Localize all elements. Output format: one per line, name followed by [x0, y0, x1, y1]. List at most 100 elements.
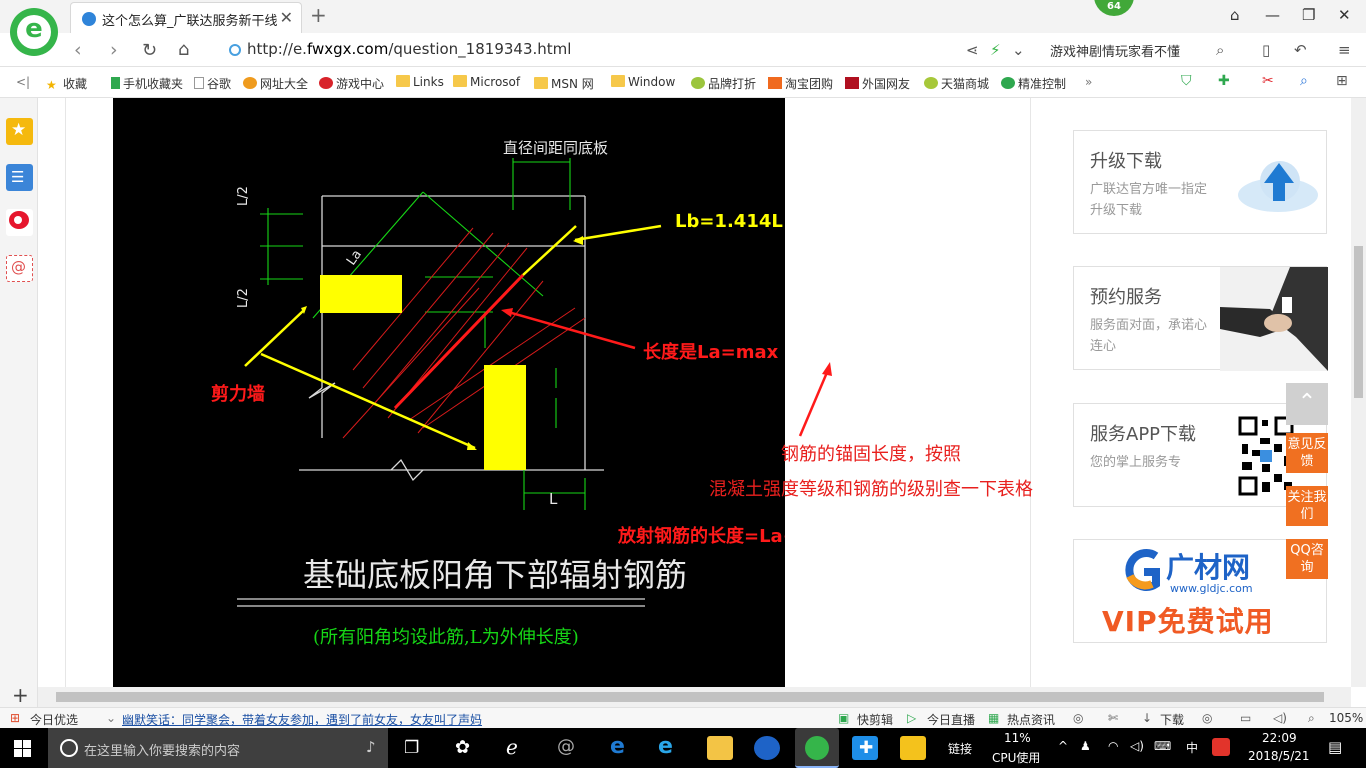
links-toolbar[interactable]: 链接: [948, 740, 972, 757]
home-icon[interactable]: ⌂: [178, 39, 189, 60]
more-bookmarks[interactable]: »: [1085, 75, 1092, 89]
tools-icon[interactable]: ✄: [1108, 711, 1118, 725]
bookmark-folder[interactable]: Links: [396, 75, 444, 89]
swirl-app-icon[interactable]: @: [557, 736, 575, 757]
active-browser-task[interactable]: [795, 728, 839, 768]
email-icon[interactable]: @: [6, 255, 33, 282]
bookmark-item[interactable]: 品牌打折: [691, 75, 756, 92]
search-suggestion[interactable]: 游戏神剧情玩家看不懂: [1050, 41, 1180, 60]
lightning-icon[interactable]: ⚡: [990, 41, 1001, 59]
vertical-scroll-thumb[interactable]: [1354, 246, 1363, 398]
collapse-bookmarks-icon[interactable]: <|: [16, 75, 30, 89]
weibo-icon[interactable]: [6, 209, 33, 236]
speed-icon[interactable]: ◎: [1202, 711, 1212, 725]
bookmark-item[interactable]: 外国网友: [845, 75, 910, 92]
url-field[interactable]: http://e.fwxgx.com/question_1819343.html: [247, 40, 571, 58]
clock-time[interactable]: 22:09: [1262, 731, 1297, 745]
horizontal-scrollbar[interactable]: [38, 687, 1351, 707]
menu-icon[interactable]: ≡: [1338, 41, 1351, 59]
browser-logo[interactable]: e: [10, 8, 58, 56]
notes-app-icon[interactable]: [900, 736, 926, 760]
file-explorer-icon[interactable]: [707, 736, 733, 760]
zoom-icon[interactable]: ⌕: [1308, 711, 1315, 726]
bookmark-folder[interactable]: Window: [611, 75, 675, 89]
back-icon[interactable]: ‹: [74, 39, 82, 61]
notification-center-icon[interactable]: ▤: [1328, 738, 1342, 756]
search-icon[interactable]: ⌕: [1216, 41, 1224, 59]
bookmark-item[interactable]: 淘宝团购: [768, 75, 833, 92]
back-to-top-icon[interactable]: ⌃: [1286, 383, 1328, 425]
sound-icon[interactable]: ◁): [1273, 711, 1287, 725]
share-icon[interactable]: ⋖: [966, 41, 979, 59]
reading-list-icon[interactable]: ☰: [6, 164, 33, 191]
taskbar-search[interactable]: 在这里输入你要搜索的内容 ♪: [48, 728, 388, 768]
ime-indicator[interactable]: 中: [1186, 739, 1198, 756]
quick-cut-link[interactable]: 快剪辑: [857, 711, 893, 728]
status-bar: ⊞ 今日优选 ⌄ 幽默笑话：同学聚会，带着女友参加，遇到了前女友，女友叫了声妈 …: [0, 707, 1366, 728]
horizontal-scroll-thumb[interactable]: [56, 692, 1324, 702]
notification-badge[interactable]: 64: [1094, 0, 1134, 16]
bookmark-item[interactable]: ★ 收藏: [46, 75, 87, 92]
task-view-icon[interactable]: ❐: [404, 738, 419, 758]
scissors-icon[interactable]: ✂: [1262, 73, 1274, 89]
forward-icon[interactable]: ›: [110, 39, 118, 61]
volume-icon[interactable]: ◁): [1130, 739, 1144, 753]
microphone-icon[interactable]: ♪: [366, 738, 376, 756]
fan-app-icon[interactable]: ✿: [455, 737, 470, 758]
bookmark-item[interactable]: 网址大全: [243, 75, 308, 92]
keyboard-icon[interactable]: ⌨: [1154, 739, 1171, 753]
close-tab-icon[interactable]: ✕: [280, 8, 293, 27]
zoom-level[interactable]: 105%: [1329, 711, 1363, 725]
download-link[interactable]: 下载: [1160, 711, 1184, 728]
follow-us-button[interactable]: 关注我们: [1286, 486, 1328, 526]
vertical-scrollbar[interactable]: [1351, 98, 1366, 687]
bookmark-folder[interactable]: Microsof: [453, 75, 520, 89]
minimize-icon[interactable]: —: [1265, 6, 1280, 24]
undo-icon[interactable]: ↶: [1294, 41, 1307, 59]
bookmark-item[interactable]: 天猫商城: [924, 75, 989, 92]
magnifier-icon[interactable]: ⌕: [1300, 73, 1308, 89]
clock-date[interactable]: 2018/5/21: [1248, 749, 1310, 763]
blue-plus-app-icon[interactable]: ✚: [852, 736, 878, 760]
bookmark-folder[interactable]: MSN 网: [534, 75, 594, 92]
chevron-down-icon[interactable]: ⌄: [106, 711, 116, 725]
start-button[interactable]: [0, 728, 44, 768]
gldjc-app-icon[interactable]: [754, 736, 780, 760]
new-tab-button[interactable]: +: [310, 3, 327, 27]
qq-consult-button[interactable]: QQ咨询: [1286, 539, 1328, 579]
today-live-link[interactable]: 今日直播: [927, 711, 975, 728]
ie-taskbar-icon[interactable]: ℯ: [506, 735, 518, 759]
wall-block-horizontal: [320, 275, 402, 313]
translate-icon[interactable]: ✚: [1218, 73, 1230, 89]
phone-icon[interactable]: ▯: [1262, 41, 1270, 59]
shield-icon[interactable]: ⛉: [1181, 73, 1192, 89]
internet-explorer-icon[interactable]: e: [658, 734, 673, 759]
add-sidebar-button[interactable]: +: [12, 683, 29, 707]
refresh-icon[interactable]: ↻: [142, 40, 157, 61]
favorites-star-icon[interactable]: ★: [6, 118, 33, 145]
hot-news-link[interactable]: 热点资讯: [1007, 711, 1055, 728]
people-icon[interactable]: ♟: [1080, 739, 1091, 753]
today-picks[interactable]: 今日优选: [30, 711, 78, 728]
accelerate-icon[interactable]: ◎: [1073, 711, 1083, 725]
bookmark-item[interactable]: 精准控制: [1001, 75, 1066, 92]
bookmark-item[interactable]: 手机收藏夹: [111, 75, 183, 92]
shirt-skin-icon[interactable]: ⌂: [1230, 6, 1240, 24]
news-ticker[interactable]: 幽默笑话：同学聚会，带着女友参加，遇到了前女友，女友叫了声妈: [122, 711, 482, 728]
edge-icon[interactable]: e: [610, 734, 625, 759]
feedback-button[interactable]: 意见反馈: [1286, 433, 1328, 473]
restore-icon[interactable]: ❐: [1302, 6, 1315, 24]
appointment-card[interactable]: 预约服务 服务面对面，承诺心连心: [1073, 266, 1328, 371]
browser-tab[interactable]: 这个怎么算_广联达服务新干线 ✕: [70, 2, 302, 33]
chevron-down-icon[interactable]: ⌄: [1012, 41, 1025, 59]
bookmark-item[interactable]: 谷歌: [194, 75, 231, 92]
close-window-icon[interactable]: ✕: [1338, 6, 1351, 24]
upgrade-download-card[interactable]: 升级下载 广联达官方唯一指定升级下载: [1073, 130, 1327, 234]
bookmark-item[interactable]: 游戏中心: [319, 75, 384, 92]
window-icon[interactable]: ▭: [1240, 711, 1251, 725]
wifi-icon[interactable]: ◠: [1108, 739, 1118, 753]
show-hidden-icons[interactable]: ^: [1058, 739, 1068, 753]
tab-title: 这个怎么算_广联达服务新干线: [102, 14, 278, 29]
sogou-ime-icon[interactable]: [1212, 738, 1230, 756]
apps-grid-icon[interactable]: ⊞: [1336, 73, 1348, 89]
